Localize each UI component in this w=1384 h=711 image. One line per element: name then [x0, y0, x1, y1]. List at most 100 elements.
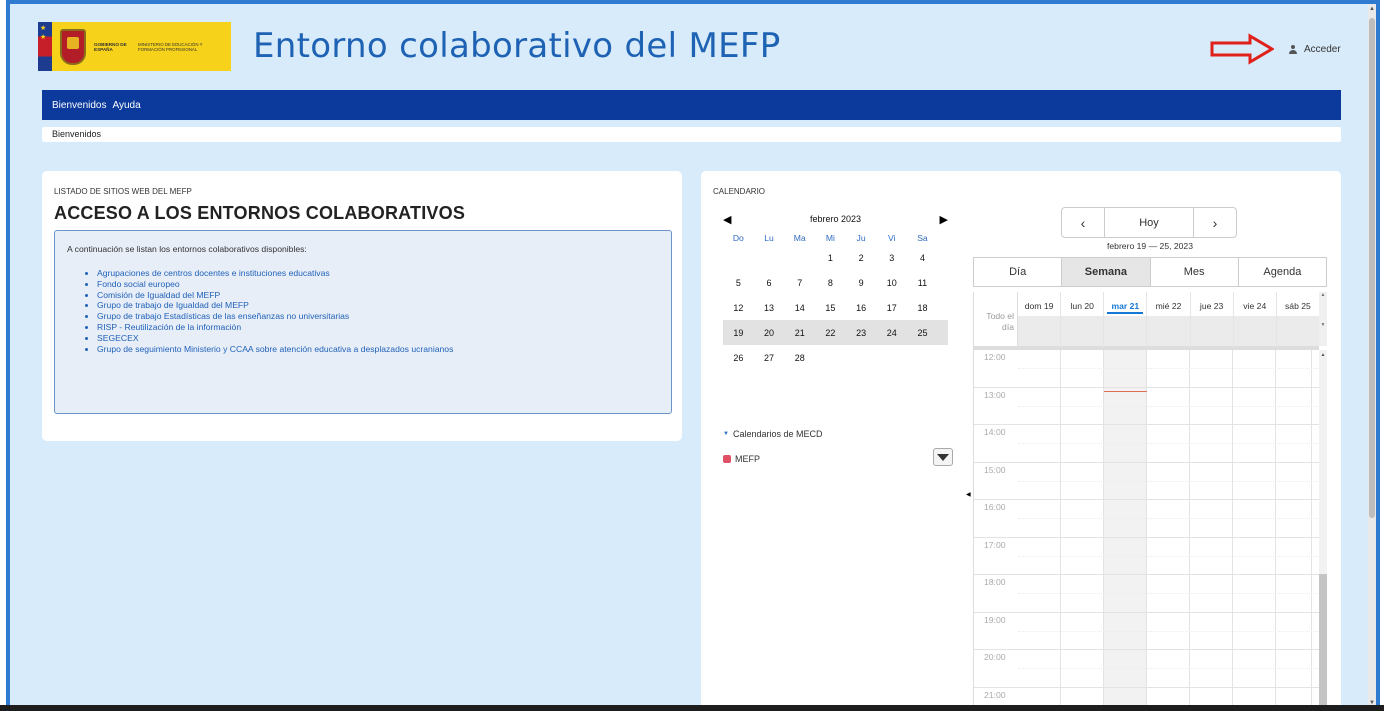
day-cell[interactable]: 20 — [754, 328, 785, 338]
day-header[interactable]: dom 19 — [1018, 292, 1062, 346]
mini-calendar-header: ◀ febrero 2023 ▶ — [723, 211, 948, 227]
day-cell[interactable]: 28 — [784, 353, 815, 363]
hour-row: 16:00 — [974, 500, 1319, 538]
day-header[interactable]: sáb 25 — [1276, 292, 1320, 346]
calendar-portlet: CALENDARIO ◀ febrero 2023 ▶ Do Lu Ma Mi … — [701, 171, 1341, 708]
all-day-slot[interactable] — [1061, 316, 1104, 346]
header-scrollbar[interactable]: ▲ ▼ — [1319, 292, 1327, 346]
day-cell[interactable]: 25 — [907, 328, 938, 338]
day-cell[interactable]: 6 — [754, 278, 785, 288]
day-cell[interactable]: 8 — [815, 278, 846, 288]
hour-label: 20:00 — [984, 652, 1006, 662]
scrollbar-thumb[interactable] — [1319, 574, 1327, 708]
hour-row: 17:00 — [974, 538, 1319, 575]
day-header[interactable]: mié 22 — [1147, 292, 1191, 346]
logo-government-text: GOBIERNO DE ESPAÑA — [94, 41, 127, 52]
nav-item-ayuda[interactable]: Ayuda — [112, 100, 140, 111]
day-cell[interactable]: 21 — [784, 328, 815, 338]
tab-week[interactable]: Semana — [1062, 258, 1151, 286]
day-header[interactable]: jue 23 — [1190, 292, 1234, 346]
prev-month-icon[interactable]: ◀ — [723, 213, 731, 226]
calendar-menu-button[interactable] — [933, 448, 953, 466]
prev-week-button[interactable]: ‹ — [1062, 208, 1104, 237]
calendar-item-mefp[interactable]: MEFP — [723, 448, 953, 466]
all-day-slot[interactable] — [1190, 316, 1233, 346]
all-day-slot[interactable] — [1018, 316, 1061, 346]
site-link[interactable]: Comisión de Igualdad del MEFP — [97, 290, 659, 301]
scroll-up-icon[interactable]: ▲ — [1319, 352, 1327, 358]
site-title[interactable]: Entorno colaborativo del MEFP — [253, 26, 781, 66]
day-cell[interactable]: 13 — [754, 303, 785, 313]
weekday-label: Vi — [888, 232, 896, 243]
scroll-up-icon[interactable]: ▲ — [1368, 6, 1376, 12]
nav-item-bienvenidos[interactable]: Bienvenidos — [52, 100, 106, 111]
hour-row: 12:00 — [974, 350, 1319, 388]
hour-row: 18:00 — [974, 575, 1319, 613]
calendars-group-header[interactable]: ▼ Calendarios de MECD — [723, 429, 953, 439]
eu-flag-icon: ★ ★ — [38, 22, 52, 71]
login-link[interactable]: Acceder — [1288, 44, 1341, 55]
day-cell[interactable]: 10 — [876, 278, 907, 288]
day-cell[interactable]: 4 — [907, 253, 938, 263]
site-link[interactable]: Grupo de trabajo de Igualdad del MEFP — [97, 300, 659, 311]
day-header-today[interactable]: mar 21 — [1104, 292, 1148, 346]
portlet-title: ACCESO A LOS ENTORNOS COLABORATIVOS — [54, 203, 466, 223]
site-link[interactable]: SEGECEX — [97, 333, 659, 344]
page-scrollbar[interactable]: ▲ ▼ — [1368, 4, 1376, 708]
calendar-subtitle: CALENDARIO — [713, 187, 766, 196]
day-cell[interactable]: 27 — [754, 353, 785, 363]
tab-day[interactable]: Día — [974, 258, 1063, 286]
hour-label: 14:00 — [984, 427, 1006, 437]
tab-agenda[interactable]: Agenda — [1239, 258, 1326, 286]
day-cell[interactable]: 15 — [815, 303, 846, 313]
all-day-slot[interactable] — [1104, 316, 1147, 346]
day-cell[interactable]: 5 — [723, 278, 754, 288]
hour-label: 12:00 — [984, 352, 1006, 362]
day-cell[interactable]: 3 — [876, 253, 907, 263]
main-navbar: Bienvenidos Ayuda — [42, 90, 1341, 120]
hour-label: 15:00 — [984, 464, 1006, 475]
day-cell[interactable]: 17 — [876, 303, 907, 313]
today-button[interactable]: Hoy — [1104, 208, 1194, 237]
day-cell[interactable]: 7 — [784, 278, 815, 288]
sites-intro: A continuación se listan los entornos co… — [67, 244, 307, 254]
day-cell[interactable]: 11 — [907, 278, 938, 288]
day-cell[interactable]: 14 — [784, 303, 815, 313]
day-cell[interactable]: 16 — [846, 303, 877, 313]
next-week-button[interactable]: › — [1194, 208, 1236, 237]
day-cell[interactable]: 26 — [723, 353, 754, 363]
day-cell[interactable]: 19 — [723, 328, 754, 338]
hour-row: 14:00 — [974, 425, 1319, 463]
site-link[interactable]: Grupo de seguimiento Ministerio y CCAA s… — [97, 344, 659, 355]
site-link[interactable]: Grupo de trabajo Estadísticas de las ens… — [97, 311, 659, 322]
grid-scrollbar[interactable]: ▲ — [1319, 350, 1327, 708]
collapse-panel-icon[interactable]: ◀ — [966, 491, 971, 498]
site-link[interactable]: Fondo social europeo — [97, 279, 659, 290]
weekday-label: Do — [732, 232, 744, 243]
day-cell[interactable]: 22 — [815, 328, 846, 338]
breadcrumb[interactable]: Bienvenidos — [42, 127, 1341, 142]
all-day-slot[interactable] — [1147, 316, 1190, 346]
logo-ministry-text: MINISTERIO DE EDUCACIÓN Y FORMACIÓN PROF… — [138, 41, 203, 52]
day-cell[interactable]: 2 — [846, 253, 877, 263]
all-day-slot[interactable] — [1233, 316, 1276, 346]
day-header[interactable]: vie 24 — [1233, 292, 1277, 346]
mini-calendar-month: febrero 2023 — [809, 214, 862, 224]
day-cell[interactable]: 18 — [907, 303, 938, 313]
day-cell[interactable]: 12 — [723, 303, 754, 313]
site-link[interactable]: RISP - Reutilización de la información — [97, 322, 659, 333]
site-link[interactable]: Agrupaciones de centros docentes e insti… — [97, 268, 659, 279]
day-cell[interactable]: 24 — [876, 328, 907, 338]
next-month-icon[interactable]: ▶ — [940, 213, 948, 226]
all-day-slot[interactable] — [1276, 316, 1319, 346]
tab-month[interactable]: Mes — [1151, 258, 1239, 286]
sites-list: Agrupaciones de centros docentes e insti… — [67, 268, 659, 354]
government-logo[interactable]: ★ ★ GOBIERNO DE ESPAÑA MINISTERIO DE EDU… — [38, 22, 231, 71]
scrollbar-thumb[interactable] — [1369, 18, 1375, 518]
calendar-color-swatch — [723, 455, 731, 463]
day-header[interactable]: lun 20 — [1061, 292, 1105, 346]
day-cell[interactable]: 23 — [846, 328, 877, 338]
day-cell[interactable]: 1 — [815, 253, 846, 263]
day-cell[interactable]: 9 — [846, 278, 877, 288]
annotation-arrow-icon — [1210, 33, 1274, 65]
